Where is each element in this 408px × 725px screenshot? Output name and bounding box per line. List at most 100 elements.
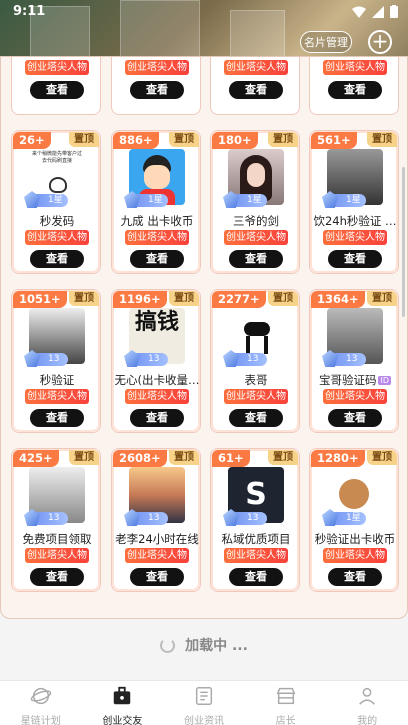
wifi-icon bbox=[352, 6, 366, 18]
profile-card[interactable]: 2608+ 置顶 13星 老李24小时在线 创业塔尖人物 查看 bbox=[111, 448, 201, 592]
card-name: 三爷的剑 bbox=[233, 214, 279, 228]
spinner-icon bbox=[160, 637, 176, 653]
card-name: 无心(出卡收量… bbox=[114, 373, 200, 387]
card-name: 免费项目领取 bbox=[22, 532, 92, 546]
card-tag: 创业塔尖人物 bbox=[323, 230, 387, 245]
view-button[interactable]: 查看 bbox=[229, 250, 283, 268]
profile-card-top[interactable]: 后宏设备（专… 创业塔尖人物查看 bbox=[309, 56, 399, 115]
view-button[interactable]: 查看 bbox=[30, 81, 84, 99]
profile-card-top[interactable]: 秒发验证码创业塔尖人物查看 bbox=[210, 56, 300, 115]
card-name: 后宏设备（专… bbox=[312, 56, 398, 57]
pinned-badge: 置顶 bbox=[69, 291, 99, 306]
pinned-badge: 置顶 bbox=[69, 132, 99, 147]
profile-card[interactable]: 1051+ 置顶 13星 秒验证 创业塔尖人物 查看 bbox=[11, 289, 101, 433]
view-button[interactable]: 查看 bbox=[30, 568, 84, 586]
pinned-badge: 置顶 bbox=[169, 132, 199, 147]
card-name: 秒验证出卡收币 bbox=[314, 532, 396, 546]
view-button[interactable]: 查看 bbox=[328, 568, 382, 586]
tab-shop[interactable]: 店长 bbox=[245, 681, 327, 725]
view-button[interactable]: 查看 bbox=[30, 409, 84, 427]
card-tag: 创业塔尖人物 bbox=[25, 230, 89, 245]
view-count-badge: 26+ bbox=[13, 132, 51, 149]
view-button[interactable]: 查看 bbox=[130, 568, 184, 586]
view-button[interactable]: 查看 bbox=[130, 81, 184, 99]
view-count-badge: 180+ bbox=[212, 132, 258, 149]
view-button[interactable]: 查看 bbox=[229, 409, 283, 427]
card-name: 表哥 bbox=[244, 373, 268, 387]
view-button[interactable]: 查看 bbox=[30, 250, 84, 268]
avatar-caption: 来个稍微能先带客户过去代码刷直接 bbox=[31, 151, 82, 164]
view-count-badge: 1196+ bbox=[113, 291, 167, 308]
card-name: 秒发码 bbox=[39, 214, 75, 228]
view-button[interactable]: 查看 bbox=[130, 250, 184, 268]
profile-card[interactable]: 2277+ 置顶 13星 表哥 创业塔尖人物 查看 bbox=[210, 289, 300, 433]
profile-icon bbox=[356, 685, 378, 712]
view-count-badge: 886+ bbox=[113, 132, 159, 149]
pinned-badge: 置顶 bbox=[169, 450, 199, 465]
status-time: 9:11 bbox=[13, 4, 46, 19]
card-grid[interactable]: 手机搬砖2.0创业塔尖人物查看信信收量中创业塔尖人物查看秒发验证码创业塔尖人物查… bbox=[0, 56, 408, 619]
card-tag: 创业塔尖人物 bbox=[323, 60, 387, 75]
signal-icon bbox=[372, 5, 384, 18]
profile-card[interactable]: 561+ 置顶 1星 饮24h秒验证 … 创业塔尖人物 查看 bbox=[309, 130, 399, 274]
card-name: 宝哥验证码 ID bbox=[318, 373, 392, 387]
tab-planet[interactable]: 星链计划 bbox=[0, 681, 82, 725]
profile-card[interactable]: 1280+ 置顶 1星 秒验证出卡收币 创业塔尖人物 查看 bbox=[309, 448, 399, 592]
profile-card[interactable]: 425+ 置顶 13星 免费项目领取 创业塔尖人物 查看 bbox=[11, 448, 101, 592]
view-button[interactable]: 查看 bbox=[229, 568, 283, 586]
pinned-badge: 置顶 bbox=[69, 450, 99, 465]
view-button[interactable]: 查看 bbox=[328, 409, 382, 427]
loading-text: 加载中 ... bbox=[185, 638, 248, 654]
view-count-badge: 2277+ bbox=[212, 291, 266, 308]
card-tag: 创业塔尖人物 bbox=[125, 60, 189, 75]
news-icon bbox=[193, 685, 215, 712]
tab-label: 我的 bbox=[357, 716, 378, 725]
tab-news[interactable]: 创业资讯 bbox=[163, 681, 245, 725]
profile-card[interactable]: 180+ 置顶 1星 三爷的剑 创业塔尖人物 查看 bbox=[210, 130, 300, 274]
card-tag: 创业塔尖人物 bbox=[25, 60, 89, 75]
view-count-badge: 61+ bbox=[212, 450, 250, 467]
pinned-badge: 置顶 bbox=[268, 450, 298, 465]
tab-briefcase[interactable]: 创业交友 bbox=[82, 681, 164, 725]
profile-card[interactable]: 1196+ 置顶 搞钱 13星 无心(出卡收量… 创业塔尖人物 查看 bbox=[111, 289, 201, 433]
view-button[interactable]: 查看 bbox=[229, 81, 283, 99]
pinned-badge: 置顶 bbox=[367, 132, 397, 147]
view-count-badge: 1280+ bbox=[311, 450, 365, 467]
profile-card[interactable]: 61+ 置顶 S 13星 私域优质项目 创业塔尖人物 查看 bbox=[210, 448, 300, 592]
add-button[interactable]: + bbox=[368, 30, 392, 54]
card-name: 饮24h秒验证 … bbox=[313, 214, 397, 228]
planet-icon bbox=[30, 685, 52, 712]
briefcase-icon bbox=[111, 685, 133, 712]
view-button[interactable]: 查看 bbox=[130, 409, 184, 427]
card-name: 信信收量中 bbox=[114, 56, 200, 57]
shop-icon bbox=[275, 685, 297, 712]
profile-card[interactable]: 886+ 置顶 1星 九成 出卡收币 创业塔尖人物 查看 bbox=[111, 130, 201, 274]
view-count-badge: 1051+ bbox=[13, 291, 67, 308]
card-tag: 创业塔尖人物 bbox=[25, 548, 89, 563]
card-name: 私域优质项目 bbox=[221, 532, 291, 546]
card-name: 秒发验证码 bbox=[213, 56, 299, 57]
card-tag: 创业塔尖人物 bbox=[125, 230, 189, 245]
scrollbar[interactable] bbox=[402, 167, 405, 317]
profile-card[interactable]: 26+ 置顶 来个稍微能先带客户过去代码刷直接 1星 秒发码 创业塔尖人物 查看 bbox=[11, 130, 101, 274]
view-count-badge: 1364+ bbox=[311, 291, 365, 308]
profile-card-top[interactable]: 手机搬砖2.0 创业塔尖人物查看 bbox=[11, 56, 101, 115]
pinned-badge: 置顶 bbox=[367, 450, 397, 465]
card-tag: 创业塔尖人物 bbox=[224, 389, 288, 404]
view-button[interactable]: 查看 bbox=[328, 250, 382, 268]
bottom-tab-bar: 星链计划 创业交友 创业资讯 店长 我的 bbox=[0, 680, 408, 725]
card-name: 秒验证 bbox=[39, 373, 75, 387]
profile-card[interactable]: 1364+ 置顶 13星 宝哥验证码 ID 创业塔尖人物 查看 bbox=[309, 289, 399, 433]
view-button[interactable]: 查看 bbox=[328, 81, 382, 99]
tab-label: 创业交友 bbox=[102, 716, 143, 725]
card-name: 手机搬砖2.0 bbox=[14, 56, 100, 57]
card-name: 老李24小时在线 bbox=[115, 532, 199, 546]
profile-card-top[interactable]: 信信收量中创业塔尖人物查看 bbox=[111, 56, 201, 115]
pinned-badge: 置顶 bbox=[268, 291, 298, 306]
tab-profile[interactable]: 我的 bbox=[326, 681, 408, 725]
view-count-badge: 561+ bbox=[311, 132, 357, 149]
tab-label: 店长 bbox=[275, 716, 296, 725]
card-tag: 创业塔尖人物 bbox=[125, 389, 189, 404]
card-tag: 创业塔尖人物 bbox=[323, 548, 387, 563]
card-manage-button[interactable]: 名片管理 bbox=[300, 31, 352, 53]
